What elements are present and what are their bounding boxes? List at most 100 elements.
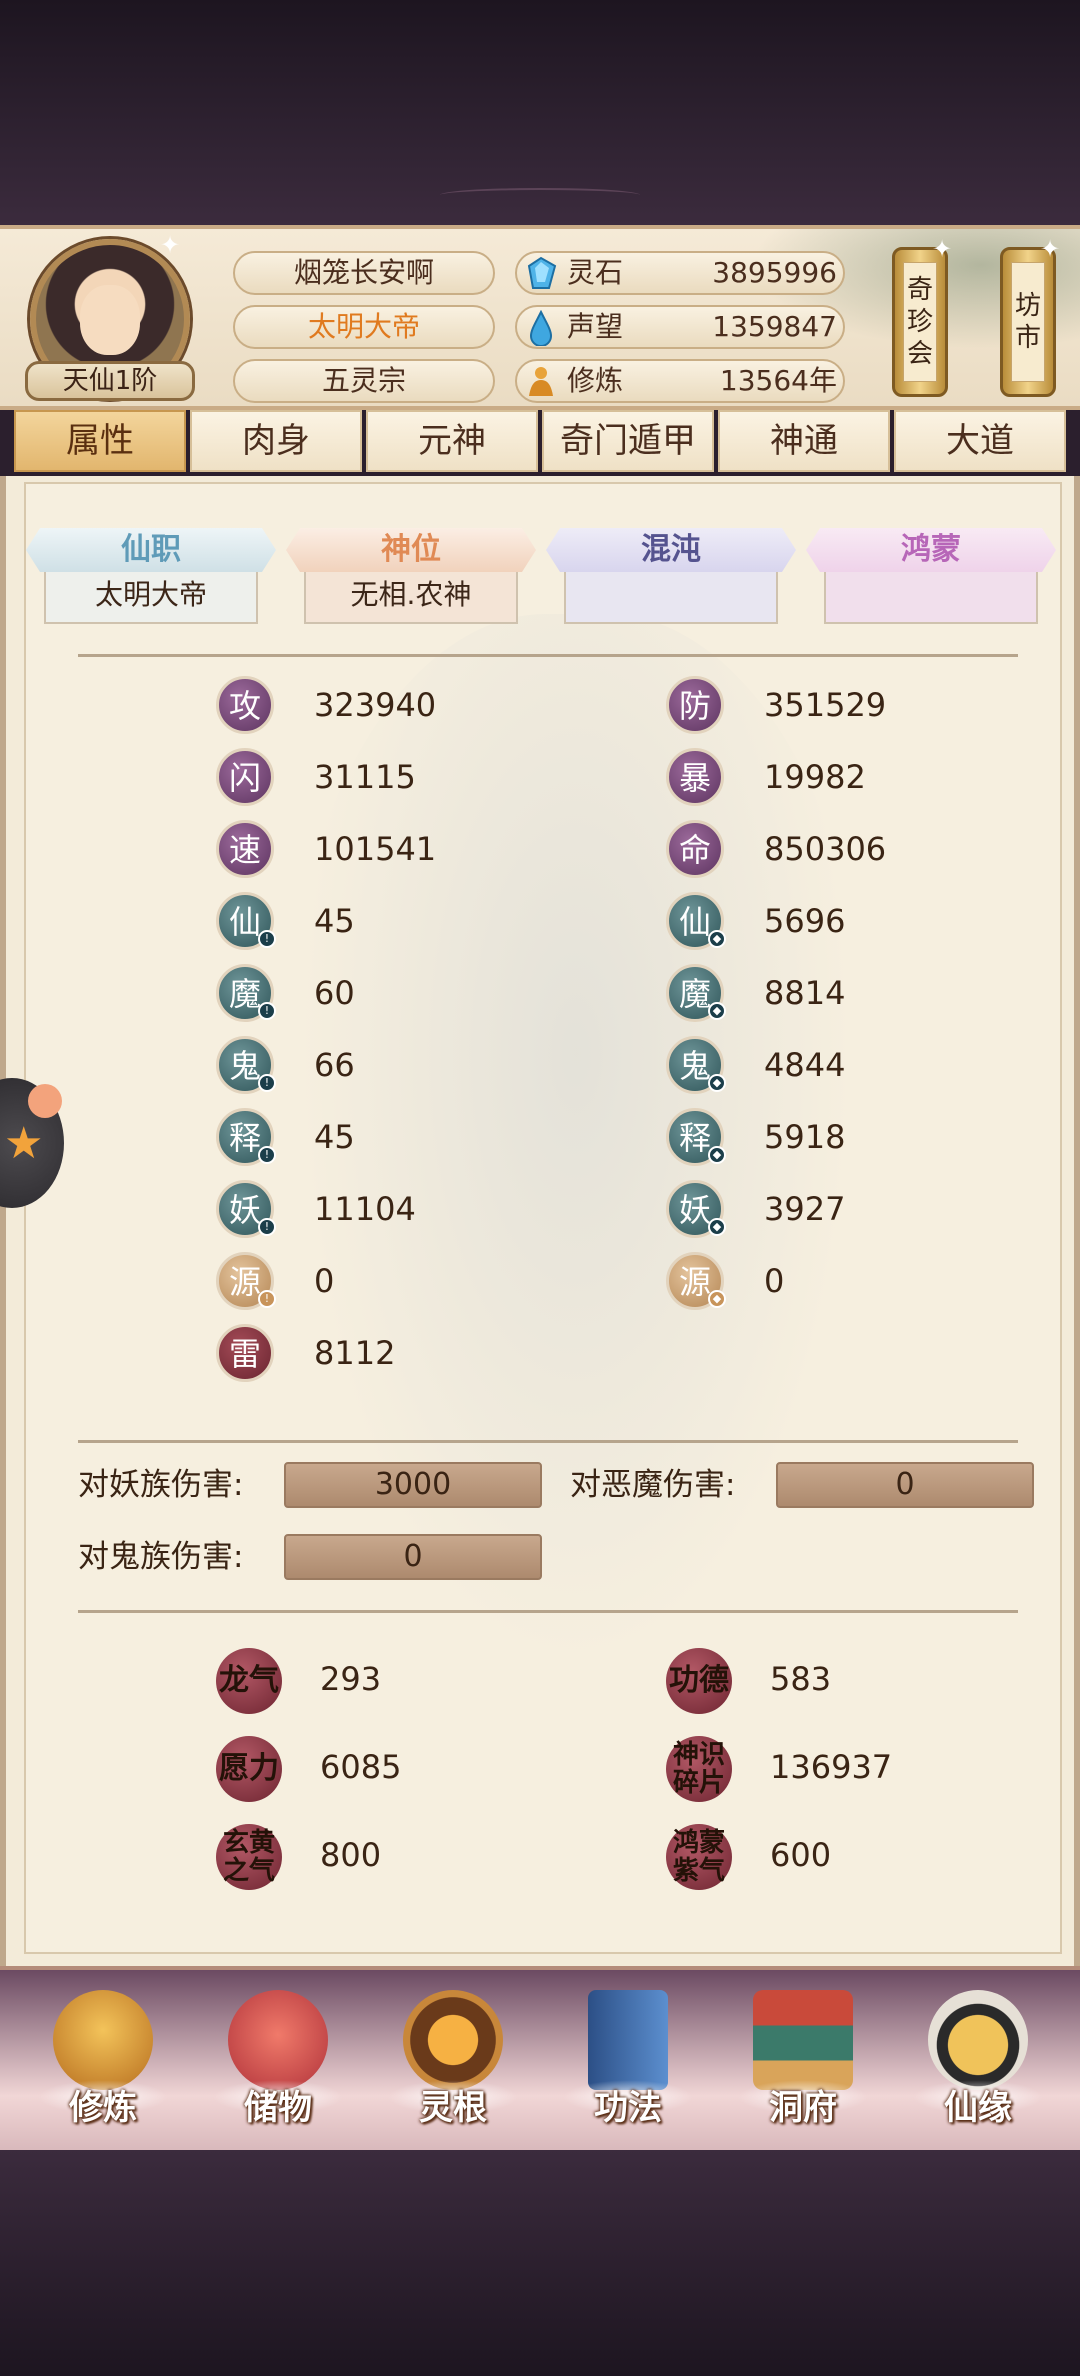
tab-dao[interactable]: 大道 (894, 410, 1066, 472)
banner-sub: 无相.农神 (304, 572, 518, 624)
top-ornament (440, 188, 640, 202)
extra-value: 293 (320, 1660, 382, 1698)
sword-badge-icon: ! (258, 930, 276, 948)
player-header: ✦ 天仙1阶 烟笼长安啊 太明大帝 五灵宗 灵石 3895996 声望 1359… (0, 225, 1080, 410)
banner-divine-rank[interactable]: 神位 无相.农神 (286, 528, 536, 624)
nav-spirit-root[interactable]: 灵根 (378, 1990, 528, 2140)
damage-value-monster: 3000 (284, 1462, 542, 1508)
stat-value: 850306 (764, 830, 887, 868)
nav-label: 功法 (594, 2088, 662, 2128)
rare-treasure-char: 会 (906, 339, 933, 369)
resource-label: 修炼 (567, 364, 624, 397)
damage-label-monster: 对妖族伤害: (78, 1467, 244, 1503)
banner-title: 仙职 (26, 528, 276, 572)
player-title[interactable]: 太明大帝 (233, 305, 495, 349)
player-name: 烟笼长安啊 (233, 251, 495, 295)
banner-sub (564, 572, 778, 624)
nav-label: 储物 (244, 2088, 312, 2128)
extra-value: 800 (320, 1836, 382, 1874)
water-drop-icon (529, 310, 553, 346)
nav-label: 灵根 (419, 2088, 487, 2128)
stat-value: 45 (314, 1118, 355, 1156)
resource-cultivation: 修炼 13564年 (515, 359, 845, 403)
nav-cave[interactable]: 洞府 (728, 1990, 878, 2140)
rare-treasure-button[interactable]: 奇 珍 会 (892, 247, 948, 397)
treasure-bag-icon (228, 1990, 328, 2090)
notification-dot (28, 1084, 62, 1118)
nav-cultivate[interactable]: 修炼 (28, 1990, 178, 2140)
stat-icon: 闪 (216, 748, 274, 806)
xuanhuang-qi-icon: 玄黄之气 (216, 1824, 282, 1890)
butterfly-icon: ✦ (932, 235, 953, 263)
attribute-panel-inner: 仙职 太明大帝 神位 无相.农神 混沌 鸿蒙 攻 323940 闪 31115 … (24, 482, 1062, 1954)
banner-chaos[interactable]: 混沌 (546, 528, 796, 624)
stat-icon: 速 (216, 820, 274, 878)
sword-badge-icon: ! (258, 1218, 276, 1236)
banner-title: 混沌 (546, 528, 796, 572)
shield-badge-icon: ◆ (708, 1290, 726, 1308)
nav-label: 修炼 (69, 2088, 137, 2128)
extra-label: 功德 (669, 1663, 729, 1698)
tab-attributes[interactable]: 属性 (14, 410, 186, 472)
stat-icon: 暴 (666, 748, 724, 806)
stat-value: 0 (764, 1262, 785, 1300)
shield-badge-icon: ◆ (708, 1002, 726, 1020)
resource-reputation: 声望 1359847 (515, 305, 845, 349)
extra-label: 愿力 (219, 1751, 279, 1786)
banner-title: 神位 (286, 528, 536, 572)
player-sect[interactable]: 五灵宗 (233, 359, 495, 403)
rare-treasure-char: 奇 (906, 275, 933, 305)
stat-value: 11104 (314, 1190, 416, 1228)
extra-label: 玄黄之气 (222, 1828, 275, 1886)
extra-value: 136937 (770, 1748, 893, 1786)
nav-fortune[interactable]: 仙缘 (903, 1990, 1053, 2140)
market-char: 市 (1014, 323, 1041, 353)
stat-value: 66 (314, 1046, 355, 1084)
resource-value: 13564年 (719, 364, 837, 397)
extra-value: 6085 (320, 1748, 402, 1786)
stat-value: 45 (314, 902, 355, 940)
banner-sub: 太明大帝 (44, 572, 258, 624)
shield-badge-icon: ◆ (708, 1074, 726, 1092)
stat-value: 3927 (764, 1190, 846, 1228)
extra-label: 鸿蒙紫气 (672, 1828, 725, 1886)
nav-storage[interactable]: 储物 (203, 1990, 353, 2140)
banner-sub (824, 572, 1038, 624)
banner-office[interactable]: 仙职 太明大帝 (26, 528, 276, 624)
cave-building-icon (753, 1990, 853, 2090)
shield-badge-icon: ◆ (708, 1146, 726, 1164)
extra-value: 583 (770, 1660, 832, 1698)
banner-title: 鸿蒙 (806, 528, 1056, 572)
gourd-icon (928, 1990, 1028, 2090)
resource-label: 声望 (567, 310, 624, 343)
monk-icon (53, 1990, 153, 2090)
stat-value: 8814 (764, 974, 846, 1012)
stat-value: 351529 (764, 686, 887, 724)
extra-label: 神识碎片 (672, 1740, 725, 1798)
nav-label: 仙缘 (944, 2088, 1012, 2128)
tab-soul[interactable]: 元神 (366, 410, 538, 472)
stat-value: 60 (314, 974, 355, 1012)
sword-badge-icon: ! (258, 1290, 276, 1308)
avatar-face (80, 285, 140, 355)
resource-value: 1359847 (712, 310, 837, 343)
damage-label-demon: 对恶魔伤害: (570, 1467, 736, 1503)
shield-badge-icon: ◆ (708, 930, 726, 948)
banner-hongmeng[interactable]: 鸿蒙 (806, 528, 1056, 624)
butterfly-icon: ✦ (160, 231, 181, 259)
divider (78, 654, 1018, 657)
spirit-root-icon (403, 1990, 503, 2090)
nav-techniques[interactable]: 功法 (553, 1990, 703, 2140)
market-button[interactable]: 坊 市 (1000, 247, 1056, 397)
stat-value: 8112 (314, 1334, 396, 1372)
stat-value: 0 (314, 1262, 335, 1300)
sword-badge-icon: ! (258, 1074, 276, 1092)
stat-icon: 防 (666, 676, 724, 734)
tab-qimen[interactable]: 奇门遁甲 (542, 410, 714, 472)
star-icon: ★ (4, 1118, 44, 1169)
crystal-icon (527, 256, 557, 289)
shield-badge-icon: ◆ (708, 1218, 726, 1236)
tab-abilities[interactable]: 神通 (718, 410, 890, 472)
tab-body[interactable]: 肉身 (190, 410, 362, 472)
extra-label: 龙气 (219, 1663, 279, 1698)
